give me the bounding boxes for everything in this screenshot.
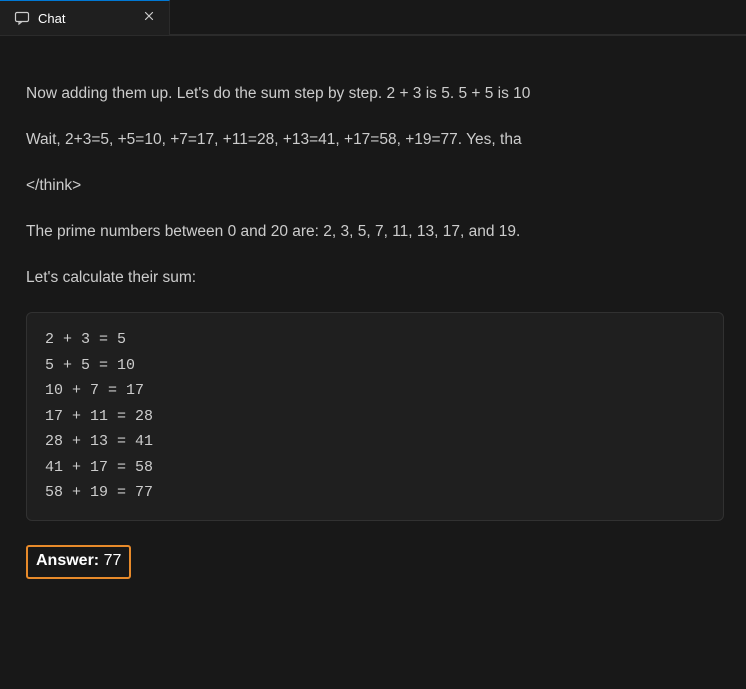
think-close-tag: </think> — [26, 174, 724, 198]
tab-bar-empty — [170, 0, 746, 35]
tab-label: Chat — [38, 11, 65, 26]
tab-close-button[interactable] — [139, 8, 159, 28]
close-icon — [142, 9, 156, 27]
tab-bar: Chat — [0, 0, 746, 36]
answer-label: Answer: — [36, 552, 99, 569]
sum-intro: Let's calculate their sum: — [26, 266, 724, 290]
chat-content: Now adding them up. Let's do the sum ste… — [0, 36, 746, 689]
reasoning-line-2: Wait, 2+3=5, +5=10, +7=17, +11=28, +13=4… — [26, 128, 724, 152]
answer-value: 77 — [104, 552, 122, 569]
primes-statement: The prime numbers between 0 and 20 are: … — [26, 220, 724, 244]
reasoning-line-1: Now adding them up. Let's do the sum ste… — [26, 82, 724, 106]
tab-chat[interactable]: Chat — [0, 0, 170, 35]
chat-icon — [14, 10, 30, 26]
answer-highlight: Answer: 77 — [26, 545, 131, 580]
sum-code-block: 2 + 3 = 5 5 + 5 = 10 10 + 7 = 17 17 + 11… — [26, 312, 724, 521]
